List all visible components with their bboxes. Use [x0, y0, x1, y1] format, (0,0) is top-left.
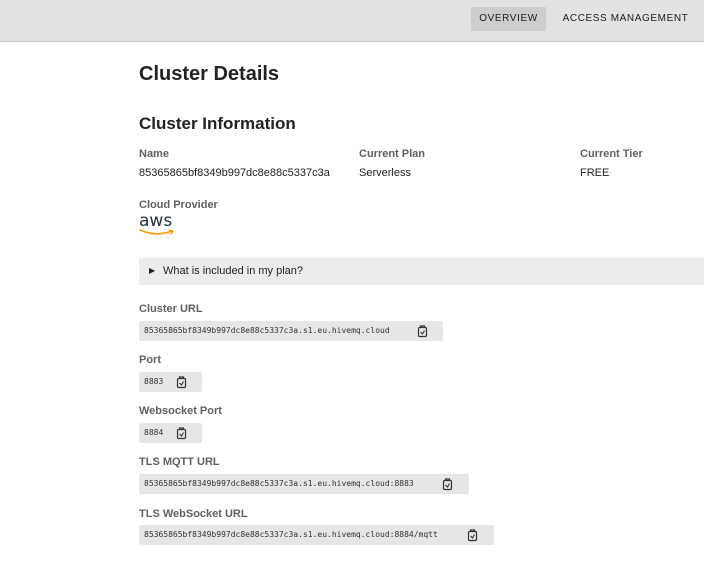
- tab-access-management[interactable]: ACCESS MANAGEMENT: [558, 7, 693, 31]
- copy-icon[interactable]: [175, 375, 189, 389]
- name-label: Name: [139, 148, 169, 160]
- port-label: Port: [139, 354, 161, 366]
- current-plan-label: Current Plan: [359, 148, 426, 160]
- section-title: Cluster Information: [139, 114, 296, 133]
- current-tier-value: FREE: [580, 167, 610, 179]
- aws-smile-icon: [139, 229, 174, 235]
- page-title: Cluster Details: [139, 63, 280, 85]
- copy-icon[interactable]: [416, 324, 430, 338]
- cluster-url-label: Cluster URL: [139, 303, 203, 315]
- copy-icon[interactable]: [441, 477, 455, 491]
- cluster-url-value: 85365865bf8349b997dc8e88c5337c3a.s1.eu.h…: [144, 326, 390, 335]
- tls-mqtt-url-label: TLS MQTT URL: [139, 456, 220, 468]
- tls-websocket-url-label: TLS WebSocket URL: [139, 508, 248, 520]
- tls-mqtt-url-value: 85365865bf8349b997dc8e88c5337c3a.s1.eu.h…: [144, 479, 414, 488]
- tab-overview[interactable]: OVERVIEW: [471, 7, 546, 31]
- current-tier-label: Current Tier: [580, 148, 643, 160]
- name-value: 85365865bf8349b997dc8e88c5337c3a: [139, 167, 330, 179]
- plan-details-expander[interactable]: ▶ What is included in my plan?: [139, 258, 704, 285]
- plan-details-expander-label: What is included in my plan?: [163, 265, 304, 277]
- tls-websocket-url-value: 85365865bf8349b997dc8e88c5337c3a.s1.eu.h…: [144, 530, 438, 539]
- port-value: 8883: [144, 377, 164, 386]
- aws-logo: aws: [139, 212, 179, 238]
- websocket-port-value: 8884: [144, 428, 164, 437]
- cloud-provider-label: Cloud Provider: [139, 199, 218, 211]
- copy-icon[interactable]: [466, 528, 480, 542]
- top-navigation-bar: OVERVIEW ACCESS MANAGEMENT: [0, 0, 704, 42]
- port-field: 8883: [139, 372, 202, 392]
- copy-icon[interactable]: [175, 426, 189, 440]
- tls-websocket-url-field: 85365865bf8349b997dc8e88c5337c3a.s1.eu.h…: [139, 525, 494, 545]
- websocket-port-field: 8884: [139, 423, 202, 443]
- current-plan-value: Serverless: [359, 167, 411, 179]
- websocket-port-label: Websocket Port: [139, 405, 222, 417]
- triangle-right-icon: ▶: [149, 266, 156, 275]
- tls-mqtt-url-field: 85365865bf8349b997dc8e88c5337c3a.s1.eu.h…: [139, 474, 469, 494]
- cluster-url-field: 85365865bf8349b997dc8e88c5337c3a.s1.eu.h…: [139, 321, 443, 341]
